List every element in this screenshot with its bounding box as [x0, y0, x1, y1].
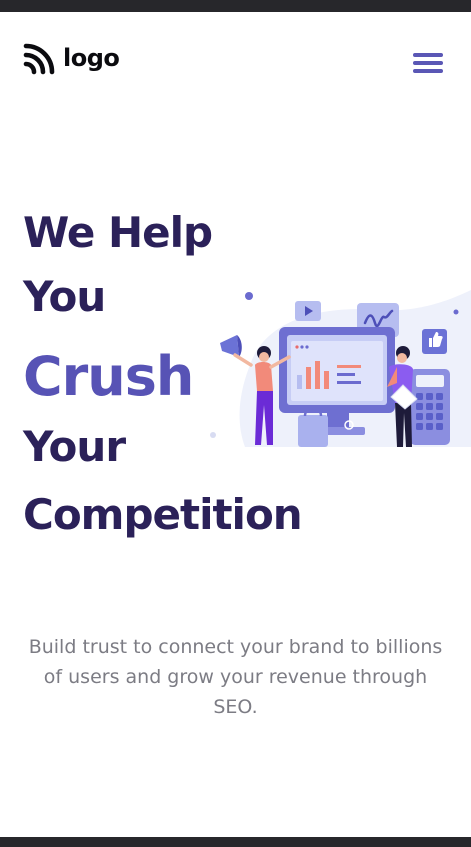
bottom-bar — [0, 837, 471, 847]
hero-subtitle: Build trust to connect your brand to bil… — [28, 636, 443, 718]
logo-link[interactable]: logo — [23, 43, 120, 75]
logo-text: logo — [63, 44, 120, 72]
hamburger-menu-icon[interactable] — [411, 50, 445, 76]
top-bar — [0, 0, 471, 12]
hero-title-line-1: We Help — [23, 208, 213, 257]
marketing-team-illustration — [210, 290, 471, 447]
rss-arcs-logo-icon — [23, 43, 55, 75]
hero-title-line-5: Competition — [23, 490, 303, 539]
